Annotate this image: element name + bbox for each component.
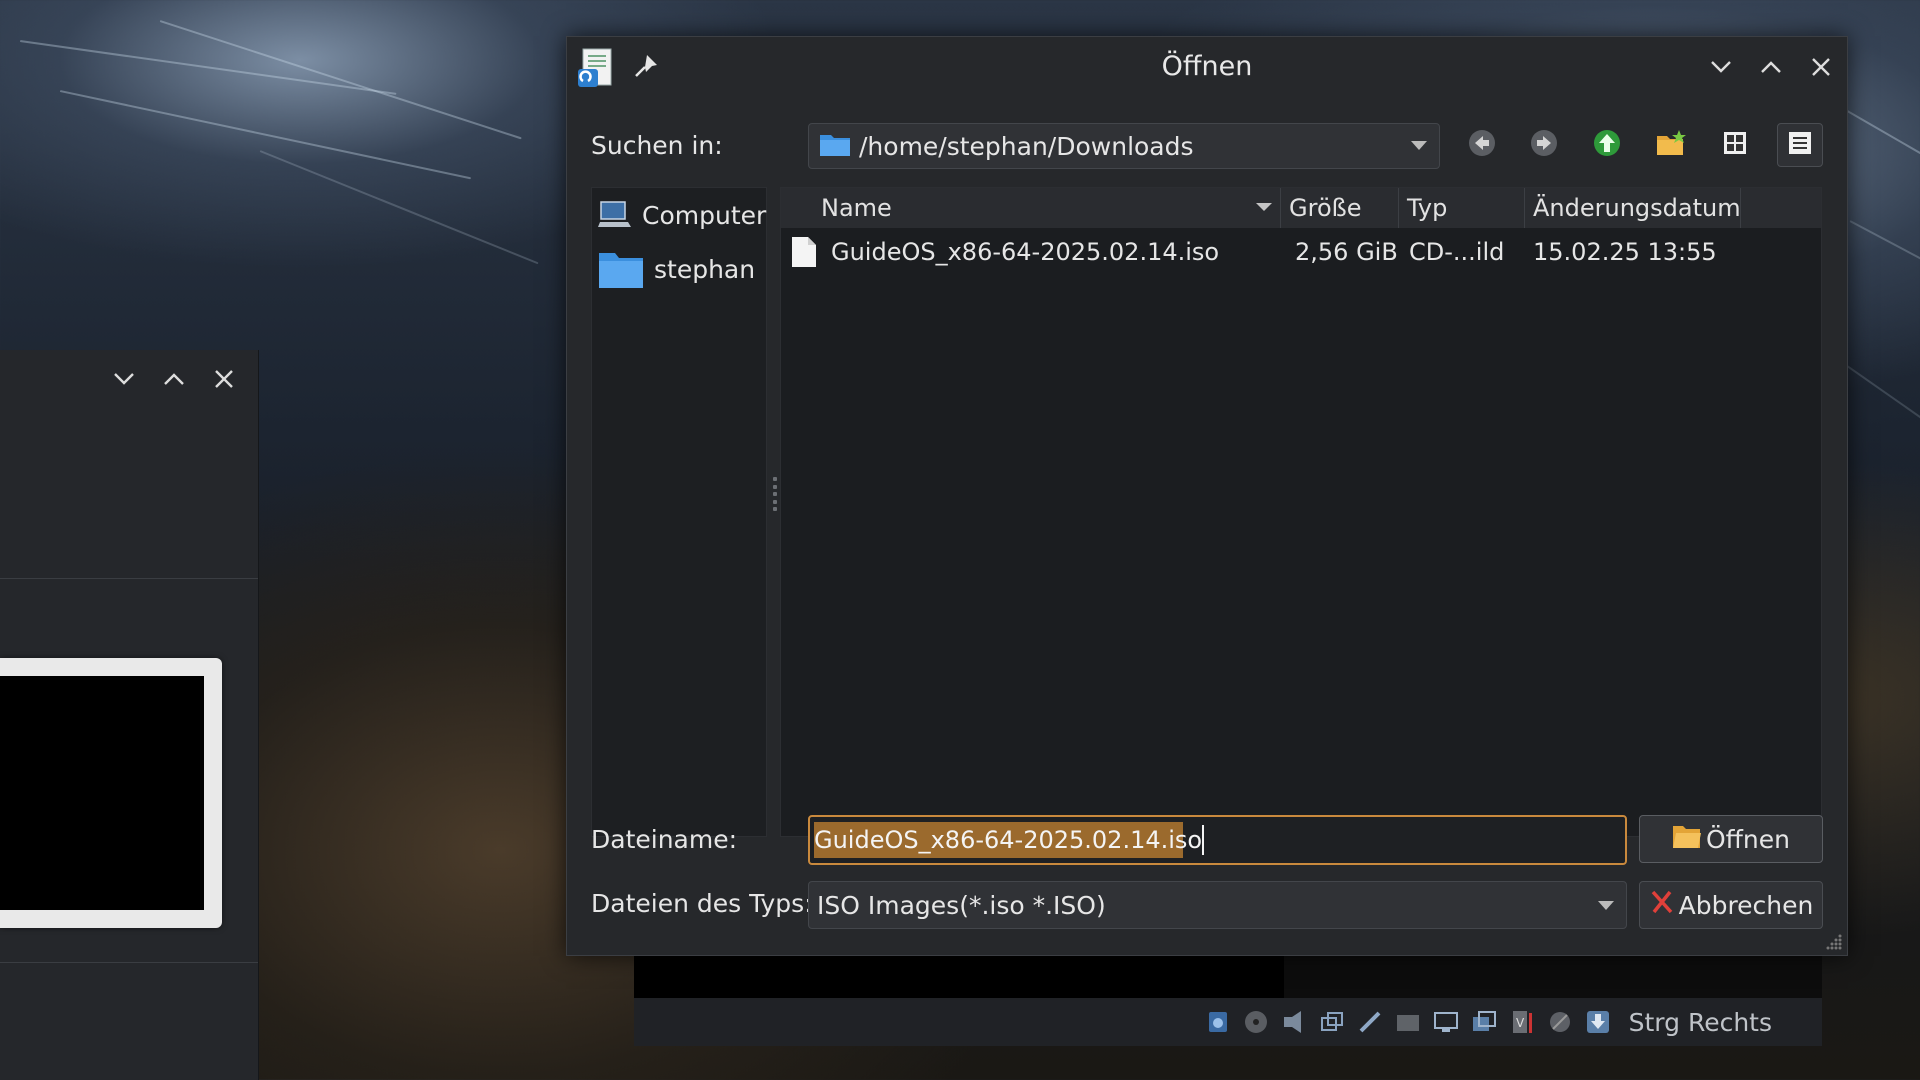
virtualization-icon[interactable]: V	[1507, 1007, 1537, 1037]
sidebar-item-label: stephan	[654, 254, 756, 284]
background-window-titlebar	[0, 350, 258, 408]
file-type: CD-...ild	[1409, 238, 1505, 266]
vm-display-area-right	[1284, 950, 1822, 998]
filetype-label: Dateien des Typs:	[591, 889, 813, 918]
usb-icon[interactable]	[1355, 1007, 1385, 1037]
dialog-titlebar[interactable]: Öffnen	[567, 37, 1847, 99]
divider	[0, 578, 258, 579]
computer-icon	[598, 195, 632, 235]
minimize-icon[interactable]	[1709, 55, 1733, 79]
cancel-button-label: Abbrechen	[1678, 890, 1814, 920]
cancel-icon	[1649, 889, 1675, 921]
file-name: GuideOS_x86-64-2025.02.14.iso	[831, 238, 1220, 266]
vm-preview-screen	[0, 676, 204, 910]
new-folder-icon	[1655, 128, 1687, 162]
maximize-icon[interactable]	[162, 367, 186, 391]
current-path: /home/stephan/Downloads	[859, 131, 1194, 161]
detail-view-button[interactable]	[1777, 123, 1823, 167]
icon-view-button[interactable]	[1713, 123, 1757, 167]
audio-icon[interactable]	[1279, 1007, 1309, 1037]
forward-arrow-icon	[1529, 128, 1559, 162]
maximize-icon[interactable]	[1759, 55, 1783, 79]
network-icon[interactable]	[1317, 1007, 1347, 1037]
minimize-icon[interactable]	[112, 367, 136, 391]
sort-descending-icon	[1256, 203, 1272, 211]
back-button[interactable]	[1460, 123, 1504, 167]
host-key-label: Strg Rechts	[1628, 1007, 1772, 1037]
up-arrow-icon	[1592, 128, 1622, 162]
column-header-label: Name	[821, 194, 892, 222]
icon-view-icon	[1721, 129, 1749, 161]
list-view-icon	[1786, 129, 1814, 161]
column-header-type[interactable]: Typ	[1399, 188, 1525, 228]
mouse-integration-icon[interactable]	[1545, 1007, 1575, 1037]
file-row[interactable]: GuideOS_x86-64-2025.02.14.iso 2,56 GiB C…	[781, 232, 1821, 272]
new-folder-button[interactable]	[1649, 123, 1693, 167]
back-arrow-icon	[1467, 128, 1497, 162]
folder-icon	[819, 131, 851, 161]
background-window	[0, 350, 259, 1080]
cancel-button[interactable]: Abbrechen	[1639, 881, 1823, 929]
sidebar-item-computer[interactable]: Computer	[592, 188, 766, 242]
folder-icon	[598, 249, 644, 289]
filetype-combobox[interactable]: ISO Images(*.iso *.ISO)	[808, 881, 1627, 929]
vm-statusbar: V Strg Rechts	[634, 998, 1822, 1046]
parent-directory-button[interactable]	[1585, 123, 1629, 167]
dropdown-arrow-icon	[1411, 141, 1427, 150]
file-size: 2,56 GiB	[1295, 238, 1398, 266]
disk-icon[interactable]	[1203, 1007, 1233, 1037]
sidebar-item-label: Computer	[642, 200, 767, 230]
column-header-name[interactable]: Name	[781, 188, 1281, 228]
column-header-modified[interactable]: Änderungsdatum	[1525, 188, 1741, 228]
column-header-size[interactable]: Größe	[1281, 188, 1399, 228]
screen-capture-icon[interactable]	[1469, 1007, 1499, 1037]
close-icon[interactable]	[1809, 55, 1833, 79]
open-file-dialog: Öffnen Suchen in: /home/stephan/Download…	[566, 36, 1848, 956]
places-sidebar: Computer stephan	[591, 187, 767, 837]
look-in-label: Suchen in:	[591, 131, 723, 160]
shared-folder-icon[interactable]	[1393, 1007, 1423, 1037]
column-header-label: Größe	[1289, 194, 1362, 222]
resize-grip-icon[interactable]	[1823, 931, 1843, 951]
file-icon	[791, 236, 817, 276]
open-button-label: Öffnen	[1706, 824, 1790, 854]
sidebar-item-stephan[interactable]: stephan	[592, 242, 766, 296]
file-modified: 15.02.25 13:55	[1533, 238, 1717, 266]
display-icon[interactable]	[1431, 1007, 1461, 1037]
file-list: Name Größe Typ Änderungsdatum GuideOS_x8…	[780, 187, 1822, 837]
column-header-label: Änderungsdatum	[1533, 194, 1741, 222]
dropdown-arrow-icon	[1598, 901, 1614, 910]
optical-drive-icon[interactable]	[1241, 1007, 1271, 1037]
close-icon[interactable]	[212, 367, 236, 391]
filetype-value: ISO Images(*.iso *.ISO)	[817, 890, 1106, 920]
text-caret	[1202, 825, 1205, 855]
open-folder-icon	[1672, 822, 1702, 856]
host-key-icon[interactable]	[1583, 1007, 1613, 1037]
vm-preview-frame	[0, 658, 222, 928]
filename-input[interactable]: GuideOS_x86-64-2025.02.14.iso	[808, 815, 1627, 865]
forward-button[interactable]	[1522, 123, 1566, 167]
open-button[interactable]: Öffnen	[1639, 815, 1823, 863]
filename-label: Dateiname:	[591, 825, 738, 854]
divider	[0, 962, 258, 963]
file-list-header: Name Größe Typ Änderungsdatum	[781, 188, 1821, 228]
dialog-title: Öffnen	[1161, 51, 1253, 82]
column-header-label: Typ	[1407, 194, 1448, 222]
svg-text:V: V	[1516, 1016, 1525, 1030]
splitter-handle[interactable]	[773, 477, 777, 511]
look-in-combobox[interactable]: /home/stephan/Downloads	[808, 123, 1440, 169]
filename-value: GuideOS_x86-64-2025.02.14.iso	[814, 826, 1203, 854]
